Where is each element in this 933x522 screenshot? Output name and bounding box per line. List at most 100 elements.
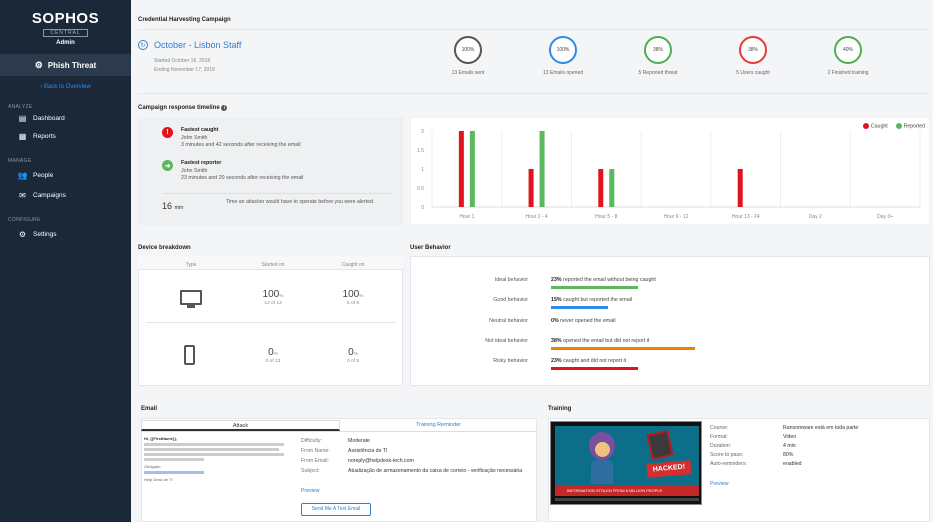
sidebar-item-campaigns[interactable]: ✉ Campaigns bbox=[18, 191, 66, 200]
behavior-bar bbox=[551, 306, 608, 309]
from-name-key: From Name: bbox=[301, 448, 330, 454]
behavior-pct: 23% bbox=[551, 358, 562, 364]
fastest-reporter-name: John Smith bbox=[181, 167, 208, 174]
phish-threat-icon: ⚙ bbox=[34, 59, 43, 70]
fastest-reporter-desc: 23 minutes and 20 seconds after receivin… bbox=[181, 175, 304, 181]
behavior-bar bbox=[551, 367, 639, 370]
desktop-icon-stand bbox=[187, 305, 195, 308]
behavior-text: 23% reported the email without being cau… bbox=[551, 277, 656, 283]
stat-ring: 100% bbox=[454, 36, 482, 64]
behavior-bar bbox=[551, 347, 696, 350]
brand: SOPHOS CENTRAL Admin bbox=[0, 10, 131, 46]
attack-window-unit: min bbox=[174, 205, 184, 211]
divider bbox=[138, 93, 928, 94]
fastest-caught-name: John Smith bbox=[181, 134, 208, 141]
behavior-label: Not ideal behavior bbox=[485, 338, 528, 344]
behavior-desc: caught but reported the email bbox=[563, 297, 632, 303]
bar-reported bbox=[539, 131, 545, 207]
from-email-key: From Email: bbox=[301, 458, 329, 464]
preview-body-line bbox=[144, 448, 279, 451]
fastest-reporter: ➜ Fastest reporter John Smith 23 minutes… bbox=[162, 160, 304, 183]
news-banner: INFORMATION STOLEN FROM 6 MILLION PEOPLE bbox=[555, 486, 699, 496]
bar-caught bbox=[598, 169, 604, 207]
sidebar-item-label: Settings bbox=[33, 231, 57, 238]
campaign-start-date: Started October 16, 2018 bbox=[154, 58, 211, 64]
course-value: Ransomware está em toda parte bbox=[783, 425, 859, 431]
legend-reported: Reported bbox=[895, 123, 925, 130]
behavior-desc: never opened the email bbox=[560, 318, 616, 324]
divider bbox=[138, 29, 928, 30]
behavior-text: 38% opened the email but did not report … bbox=[551, 338, 649, 344]
stat-ring: 100% bbox=[549, 36, 577, 64]
legend-reported-label: Reported bbox=[903, 123, 925, 130]
difficulty-value: Moderate bbox=[348, 438, 370, 444]
sidebar-item-label: Campaigns bbox=[33, 192, 66, 199]
x-tick-label: Hour 9 - 12 bbox=[663, 214, 688, 220]
difficulty-key: Difficulty: bbox=[301, 438, 322, 444]
sidebar-item-settings[interactable]: ⚙ Settings bbox=[18, 230, 57, 239]
tab-training-reminder[interactable]: Training Reminder bbox=[340, 420, 537, 431]
x-tick-label: Day 2 bbox=[809, 214, 822, 220]
stat-card: 100% 13 Emails sent bbox=[428, 36, 508, 76]
training-video-thumbnail[interactable]: HACKED! INFORMATION STOLEN FROM 6 MILLIO… bbox=[550, 421, 702, 505]
stat-label: 5 Users caught bbox=[736, 70, 770, 76]
format-key: Format: bbox=[710, 434, 728, 440]
bar-reported bbox=[469, 131, 475, 207]
col-started: Started on bbox=[261, 262, 285, 268]
video-controls[interactable] bbox=[555, 498, 699, 501]
fastest-caught-title: Fastest caught bbox=[181, 127, 219, 133]
back-link-label: Back to Overview bbox=[43, 84, 91, 90]
behavior-bar bbox=[551, 286, 639, 289]
email-preview-thumbnail: Hi, {{FirstName}}, Obrigado Help Desk de… bbox=[144, 436, 294, 498]
stat-label: 13 Emails sent bbox=[451, 70, 485, 76]
training-preview-link[interactable]: Preview bbox=[710, 481, 728, 487]
behavior-label: Neutral behavior bbox=[489, 318, 528, 324]
stat-ring: 38% bbox=[644, 36, 672, 64]
tab-attack[interactable]: Attack bbox=[141, 420, 340, 431]
main-content: Credential Harvesting Campaign ↻ October… bbox=[138, 0, 933, 522]
behavior-label: Good behavior bbox=[493, 297, 528, 303]
reports-icon: ▦ bbox=[18, 132, 27, 141]
report-icon: ➜ bbox=[162, 160, 173, 171]
preview-body-line bbox=[144, 443, 284, 446]
training-title: Training bbox=[548, 406, 572, 412]
score-key: Score to pass: bbox=[710, 452, 744, 458]
send-test-email-button[interactable]: Send Me A Test Email bbox=[301, 503, 371, 516]
campaign-name[interactable]: ↻ October - Lisbon Staff bbox=[138, 40, 241, 50]
back-link[interactable]: ‹ Back to Overview bbox=[0, 84, 131, 90]
sidebar-item-label: Dashboard bbox=[33, 115, 65, 122]
score-value: 80% bbox=[783, 452, 794, 458]
sidebar-item-reports[interactable]: ▦ Reports bbox=[18, 132, 56, 141]
behavior-label: Risky behavior bbox=[493, 358, 528, 364]
timeline-summary: ! Fastest caught John Smith 3 minutes an… bbox=[138, 117, 403, 225]
email-title: Email bbox=[141, 406, 158, 412]
duration-value: 4 min bbox=[783, 443, 796, 449]
bar-caught bbox=[737, 169, 743, 207]
email-preview-link[interactable]: Preview bbox=[301, 488, 319, 494]
fastest-caught: ! Fastest caught John Smith 3 minutes an… bbox=[162, 127, 301, 150]
product-switcher[interactable]: ⚙ Phish Threat bbox=[0, 54, 131, 76]
info-icon[interactable]: i bbox=[221, 105, 228, 111]
sidebar-item-dashboard[interactable]: ▤ Dashboard bbox=[18, 114, 65, 123]
auto-reminders-key: Auto-reminders: bbox=[710, 461, 747, 467]
subject-key: Subject: bbox=[301, 468, 320, 474]
timeline-title: Campaign response timeline i bbox=[138, 105, 228, 111]
fastest-reporter-title: Fastest reporter bbox=[181, 160, 222, 166]
x-tick-label: Hour 13 - 24 bbox=[732, 214, 760, 220]
behavior-desc: caught and did not report it bbox=[563, 358, 627, 364]
dashboard-icon: ▤ bbox=[18, 114, 27, 123]
campaign-end-date: Ending November 17, 2018 bbox=[154, 67, 215, 73]
chart-background bbox=[410, 117, 930, 225]
col-type: Type bbox=[185, 262, 197, 268]
pct-sign: % bbox=[273, 352, 278, 357]
device-title: Device breakdown bbox=[138, 245, 191, 251]
email-tabs: Attack Training Reminder bbox=[141, 420, 537, 432]
sidebar-item-people[interactable]: 👥 People bbox=[18, 171, 54, 180]
timeline-chart: 0 0.5 1 1.5 2 Hour 1 Hour 2 - 4 Hour 5 - 8 Hour … bbox=[410, 117, 930, 225]
attack-window-desc: Time an attacker would have to operate b… bbox=[226, 199, 375, 205]
y-tick-label: 0 bbox=[421, 205, 424, 211]
bar-caught bbox=[528, 169, 534, 207]
sophos-logo: SOPHOS bbox=[31, 10, 100, 27]
gear-icon: ⚙ bbox=[18, 230, 27, 239]
fastest-caught-text: Fastest caught John Smith 3 minutes and … bbox=[181, 127, 301, 150]
